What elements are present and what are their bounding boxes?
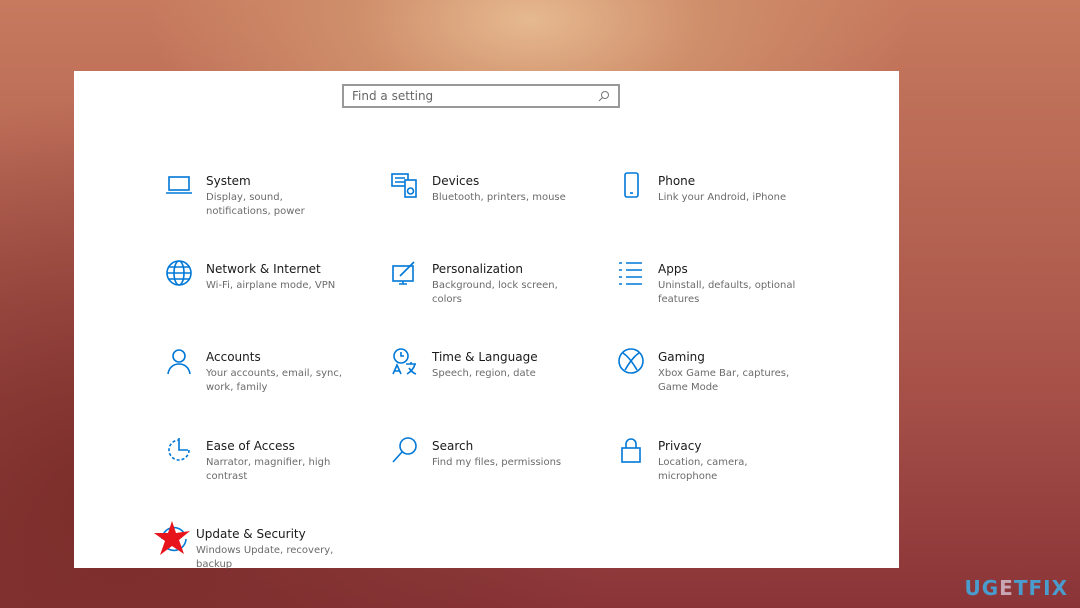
magnifier-icon xyxy=(390,435,420,465)
item-title: System xyxy=(206,174,251,188)
settings-window: Find a setting System Display, sound, no… xyxy=(74,71,899,570)
search-icon xyxy=(598,91,609,102)
settings-item-apps[interactable]: Apps Uninstall, defaults, optional featu… xyxy=(616,262,826,307)
item-description: Bluetooth, printers, mouse xyxy=(432,192,566,203)
item-description: Location, camera, microphone xyxy=(658,457,748,482)
settings-item-search[interactable]: Search Find my files, permissions xyxy=(390,437,600,470)
xbox-icon xyxy=(616,346,646,376)
settings-item-privacy[interactable]: Privacy Location, camera, microphone xyxy=(616,438,826,484)
devices-icon xyxy=(390,170,420,200)
item-description: Wi-Fi, airplane mode, VPN xyxy=(206,280,336,291)
globe-icon xyxy=(164,258,194,288)
phone-icon xyxy=(616,170,646,200)
settings-item-devices[interactable]: Devices Bluetooth, printers, mouse xyxy=(390,173,600,205)
item-title: Phone xyxy=(658,174,696,188)
ease-of-access-icon xyxy=(164,435,194,465)
settings-item-update-security[interactable]: Update & Security Windows Update, recove… xyxy=(154,521,374,572)
item-description: Display, sound, notifications, power xyxy=(206,192,305,217)
item-title: Ease of Access xyxy=(206,439,295,453)
paint-icon xyxy=(390,258,420,288)
apps-list-icon xyxy=(616,258,646,288)
item-title: Search xyxy=(432,439,474,453)
laptop-icon xyxy=(164,170,194,200)
time-language-icon xyxy=(390,346,420,376)
item-description: Windows Update, recovery, backup xyxy=(196,545,334,570)
item-title: Gaming xyxy=(658,350,705,364)
lock-icon xyxy=(616,435,646,465)
item-description: Uninstall, defaults, optional features xyxy=(658,280,796,305)
item-title: Accounts xyxy=(206,350,261,364)
item-description: Xbox Game Bar, captures, Game Mode xyxy=(658,368,790,393)
item-title: Devices xyxy=(432,174,480,188)
item-description: Find my files, permissions xyxy=(432,457,562,468)
person-icon xyxy=(164,346,194,376)
item-description: Speech, region, date xyxy=(432,368,536,379)
settings-item-personalization[interactable]: Personalization Background, lock screen,… xyxy=(390,261,600,307)
item-description: Your accounts, email, sync, work, family xyxy=(206,368,343,393)
settings-item-phone[interactable]: Phone Link your Android, iPhone xyxy=(616,172,826,205)
search-placeholder: Find a setting xyxy=(352,89,434,103)
settings-item-ease-of-access[interactable]: Ease of Access Narrator, magnifier, high… xyxy=(164,438,374,484)
item-description: Background, lock screen, colors xyxy=(432,280,558,305)
settings-item-system[interactable]: System Display, sound, notifications, po… xyxy=(164,174,374,219)
settings-item-accounts[interactable]: Accounts Your accounts, email, sync, wor… xyxy=(164,349,374,395)
update-icon xyxy=(154,519,194,559)
item-title: Network & Internet xyxy=(206,262,321,276)
item-title: Time & Language xyxy=(432,350,538,364)
item-title: Apps xyxy=(658,262,688,276)
item-title: Personalization xyxy=(432,262,523,276)
settings-item-network-internet[interactable]: Network & Internet Wi-Fi, airplane mode,… xyxy=(164,260,374,293)
settings-item-gaming[interactable]: Gaming Xbox Game Bar, captures, Game Mod… xyxy=(616,348,826,395)
search-input[interactable]: Find a setting xyxy=(342,84,620,108)
item-title: Update & Security xyxy=(196,527,306,541)
item-title: Privacy xyxy=(658,439,702,453)
settings-item-time-language[interactable]: Time & Language Speech, region, date xyxy=(390,348,600,381)
watermark-logo: UGETFIX xyxy=(964,576,1068,600)
item-description: Link your Android, iPhone xyxy=(658,192,787,203)
item-description: Narrator, magnifier, high contrast xyxy=(206,457,331,482)
